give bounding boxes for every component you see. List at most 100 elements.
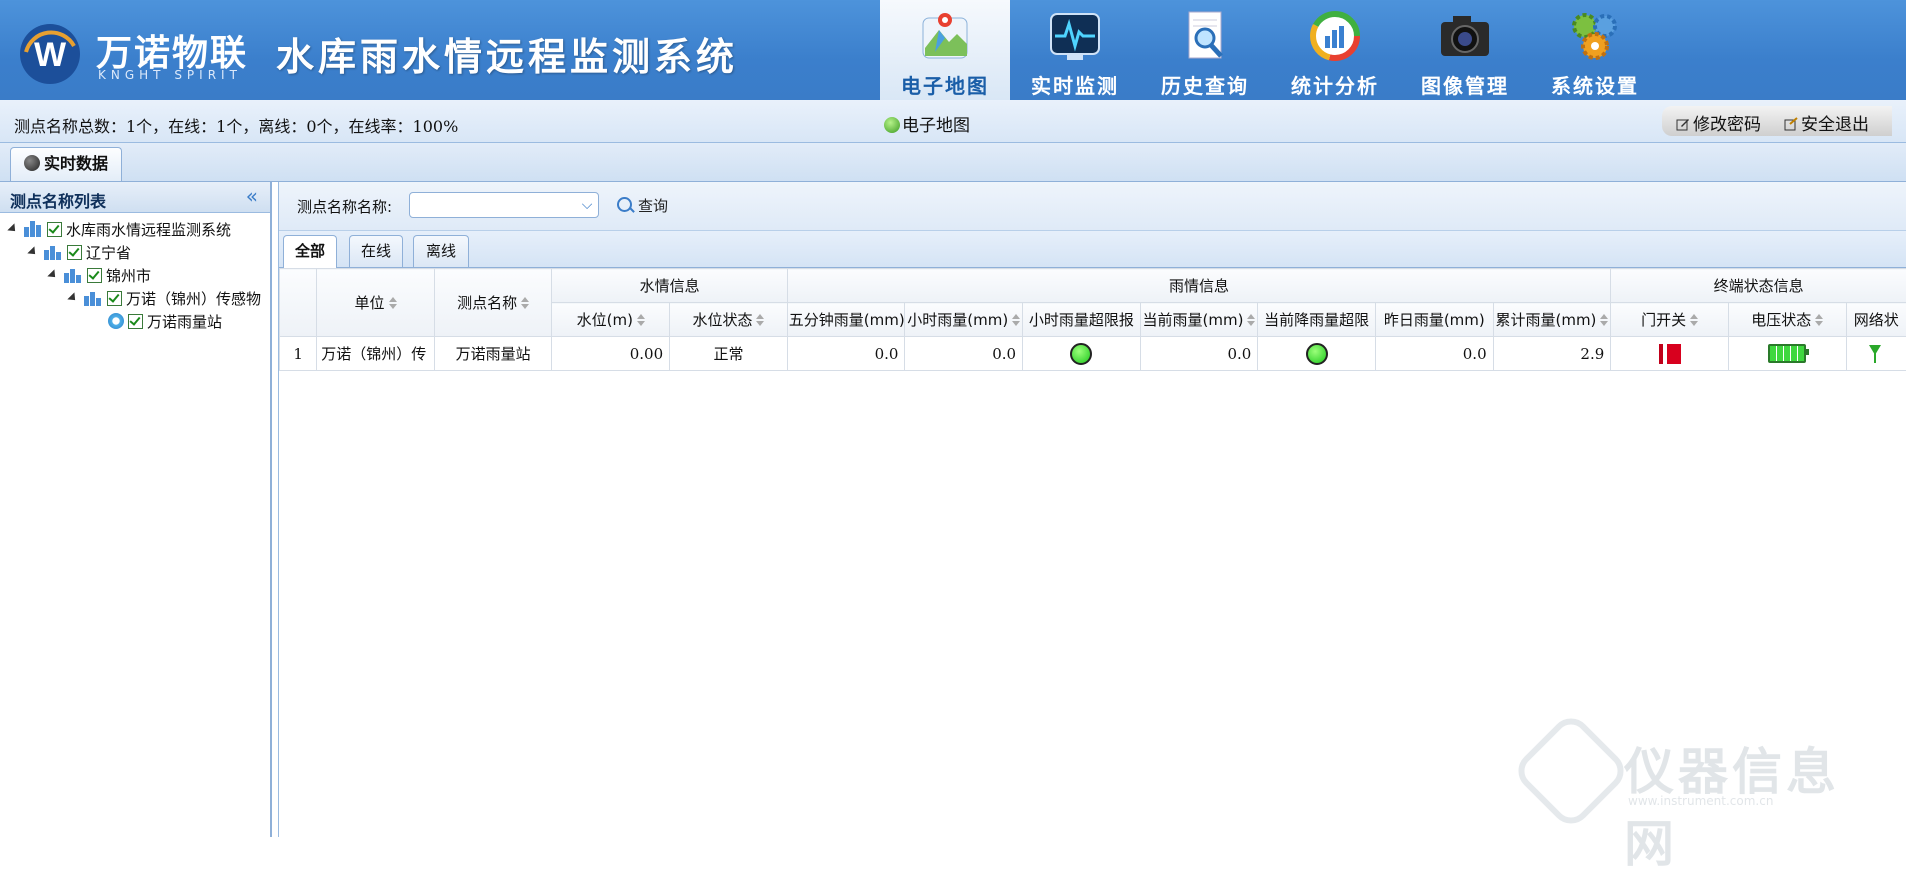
nav-realtime[interactable]: 实时监测 xyxy=(1010,0,1140,100)
station-icon xyxy=(108,313,124,329)
signal-icon xyxy=(1869,345,1883,363)
status-light-icon xyxy=(1070,343,1092,365)
nav-label: 历史查询 xyxy=(1140,70,1270,99)
station-search-input[interactable] xyxy=(409,192,599,218)
tree-node-label: 辽宁省 xyxy=(86,242,131,263)
expand-arrow-icon[interactable] xyxy=(47,269,58,280)
brand-tagline: KNGHT SPIRIT xyxy=(98,68,242,82)
main-nav: 电子地图 实时监测 历史查询 xyxy=(880,0,1660,100)
nav-images[interactable]: 图像管理 xyxy=(1400,0,1530,100)
nav-label: 统计分析 xyxy=(1270,70,1400,99)
checkbox[interactable] xyxy=(107,291,122,306)
globe-icon xyxy=(884,117,900,133)
logout-button[interactable]: 安全退出 xyxy=(1784,110,1869,135)
row-number-header xyxy=(280,269,317,337)
col-header-rain-5min[interactable]: 五分钟雨量(mm) xyxy=(787,303,905,337)
nav-label: 电子地图 xyxy=(880,70,1010,99)
nav-statistics[interactable]: 统计分析 xyxy=(1270,0,1400,100)
logo-letter: W xyxy=(34,36,67,74)
col-header-rain-hour[interactable]: 小时雨量(mm) xyxy=(905,303,1023,337)
col-header-rain-total[interactable]: 累计雨量(mm) xyxy=(1493,303,1611,337)
map-icon xyxy=(915,8,975,64)
cell-rain-total: 2.9 xyxy=(1493,337,1611,371)
status-light-icon xyxy=(1306,343,1328,365)
tab-label: 实时数据 xyxy=(44,154,108,173)
group-header-water: 水情信息 xyxy=(552,269,787,303)
cell-station: 万诺雨量站 xyxy=(434,337,552,371)
tree-node-label: 水库雨水情远程监测系统 xyxy=(66,219,231,240)
sort-icon xyxy=(1600,314,1608,326)
col-header-rain-hour-alarm[interactable]: 小时雨量超限报 xyxy=(1023,303,1141,337)
tree-node-label: 万诺（锦州）传感物 xyxy=(126,288,261,309)
col-header-voltage[interactable]: 电压状态 xyxy=(1728,303,1846,337)
expand-arrow-icon[interactable] xyxy=(7,223,18,234)
document-search-icon xyxy=(1175,8,1235,64)
expand-arrow-icon[interactable] xyxy=(27,246,38,257)
tree-node-root[interactable]: 水库雨水情远程监测系统 xyxy=(8,218,231,240)
checkbox[interactable] xyxy=(67,245,82,260)
tab-realtime-data[interactable]: 实时数据 xyxy=(10,147,122,181)
station-tree-panel: 测点名称列表 « 水库雨水情远程监测系统 辽宁省 锦州市 万诺（锦州）传感物 万… xyxy=(0,182,272,837)
user-actions: 修改密码 安全退出 xyxy=(1662,106,1892,136)
panel-header: 测点名称列表 « xyxy=(0,182,270,213)
col-header-door[interactable]: 门开关 xyxy=(1611,303,1729,337)
group-header-terminal: 终端状态信息 xyxy=(1611,269,1906,303)
col-header-rain-current-alarm[interactable]: 当前降雨量超限 xyxy=(1258,303,1376,337)
col-header-rain-yesterday[interactable]: 昨日雨量(mm) xyxy=(1375,303,1493,337)
watermark-url: www.instrument.com.cn xyxy=(1628,794,1773,808)
search-label: 测点名称名称: xyxy=(297,196,392,217)
cell-rain-yesterday: 0.0 xyxy=(1375,337,1493,371)
tree-node-station[interactable]: 万诺雨量站 xyxy=(108,310,222,332)
col-header-rain-current[interactable]: 当前雨量(mm) xyxy=(1140,303,1258,337)
col-header-water-level[interactable]: 水位(m) xyxy=(552,303,670,337)
tree-node-city[interactable]: 锦州市 xyxy=(48,264,151,286)
col-header-water-status[interactable]: 水位状态 xyxy=(670,303,788,337)
tree-node-province[interactable]: 辽宁省 xyxy=(28,241,131,263)
gears-icon xyxy=(1565,8,1625,64)
change-password-button[interactable]: 修改密码 xyxy=(1676,110,1761,135)
building-icon xyxy=(24,221,44,237)
tree-node-company[interactable]: 万诺（锦州）传感物 xyxy=(68,287,261,309)
building-icon xyxy=(44,244,64,260)
tree-node-label: 万诺雨量站 xyxy=(147,311,222,332)
building-icon xyxy=(84,290,104,306)
cell-voltage xyxy=(1728,337,1846,371)
cell-door xyxy=(1611,337,1729,371)
collapse-icon[interactable]: « xyxy=(246,184,258,208)
col-header-network[interactable]: 网络状 xyxy=(1846,303,1906,337)
camera-icon xyxy=(1435,8,1495,64)
tab-online[interactable]: 在线 xyxy=(349,235,403,267)
query-button[interactable]: 查询 xyxy=(617,195,668,216)
ball-icon xyxy=(24,155,40,171)
checkbox[interactable] xyxy=(47,222,62,237)
door-icon xyxy=(1659,344,1681,364)
watermark: 仪器信息网 www.instrument.com.cn xyxy=(1528,720,1888,820)
tab-all[interactable]: 全部 xyxy=(283,235,337,268)
tree-node-label: 锦州市 xyxy=(106,265,151,286)
cell-rain-5min: 0.0 xyxy=(787,337,905,371)
logo-mark-icon: W xyxy=(18,22,82,86)
col-header-unit[interactable]: 单位 xyxy=(317,269,435,337)
group-header-rain: 雨情信息 xyxy=(787,269,1611,303)
nav-label: 实时监测 xyxy=(1010,70,1140,99)
cell-rain-current: 0.0 xyxy=(1140,337,1258,371)
chevron-down-icon[interactable]: ⌵ xyxy=(575,193,599,217)
tab-offline[interactable]: 离线 xyxy=(413,235,469,267)
nav-settings[interactable]: 系统设置 xyxy=(1530,0,1660,100)
panel-title: 测点名称列表 xyxy=(10,188,106,212)
monitor-icon xyxy=(1045,8,1105,64)
change-password-label: 修改密码 xyxy=(1693,115,1761,135)
query-label: 查询 xyxy=(638,197,668,215)
table-row[interactable]: 1 万诺（锦州）传 万诺雨量站 0.00 正常 0.0 0.0 0.0 0.0 … xyxy=(280,337,1906,371)
nav-history[interactable]: 历史查询 xyxy=(1140,0,1270,100)
nav-map[interactable]: 电子地图 xyxy=(880,0,1010,100)
expand-arrow-icon[interactable] xyxy=(67,292,78,303)
checkbox[interactable] xyxy=(128,314,143,329)
cell-water-level: 0.00 xyxy=(552,337,670,371)
system-title: 水库雨水情远程监测系统 xyxy=(276,26,738,81)
checkbox[interactable] xyxy=(87,268,102,283)
cell-unit: 万诺（锦州）传 xyxy=(317,337,435,371)
col-header-station[interactable]: 测点名称 xyxy=(434,269,552,337)
sort-icon xyxy=(1012,314,1020,326)
cell-rain-current-alarm xyxy=(1258,337,1376,371)
